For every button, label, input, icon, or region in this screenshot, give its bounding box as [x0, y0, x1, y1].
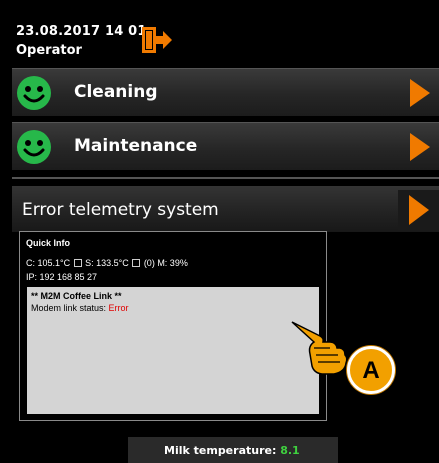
arrow-right-icon[interactable] — [408, 131, 432, 163]
m2m-status-box: ** M2M Coffee Link ** Modem link status:… — [27, 287, 319, 414]
m2m-status-label: Modem link status: — [31, 303, 107, 313]
smiley-ok-icon — [17, 130, 51, 164]
datetime-label: 23.08.2017 14 01 — [16, 24, 147, 39]
checkbox-icon — [132, 259, 141, 267]
pointing-hand-icon — [291, 321, 348, 375]
user-label: Operator — [16, 43, 82, 58]
arrow-right-icon[interactable] — [408, 77, 432, 109]
m2m-status-value: Error — [108, 303, 129, 313]
quick-info-title: Quick Info — [26, 238, 71, 248]
coffee-temp: C: 105.1°C — [26, 258, 71, 268]
steam-temp: S: 133.5°C — [85, 258, 129, 268]
menu-item-maintenance[interactable]: Maintenance — [12, 122, 439, 170]
quick-info-ip: IP: 192 168 85 27 — [26, 272, 98, 282]
m2m-title: ** M2M Coffee Link ** — [31, 291, 122, 301]
logout-door-icon[interactable] — [139, 24, 173, 56]
checkbox-icon — [73, 259, 82, 267]
menu-item-error-telemetry[interactable]: Error telemetry system — [12, 186, 439, 232]
error-telemetry-arrow-button[interactable] — [398, 190, 439, 230]
menu-item-label: Cleaning — [74, 82, 158, 102]
callout-badge: A — [347, 346, 395, 394]
m2m-status-line: Modem link status: Error — [31, 303, 129, 313]
screen: 23.08.2017 14 01 Operator Cleaning Maint… — [0, 0, 439, 463]
quick-info-temperatures: C: 105.1°C S: 133.5°C (0) M: 39% — [26, 258, 188, 268]
menu-item-cleaning[interactable]: Cleaning — [12, 68, 439, 116]
menu-item-label: Maintenance — [74, 136, 198, 156]
error-telemetry-label: Error telemetry system — [22, 200, 219, 220]
callout-letter: A — [362, 357, 380, 384]
misc-values: (0) M: 39% — [143, 258, 188, 268]
milk-temperature-value: 8.1 — [280, 444, 300, 457]
milk-temperature: Milk temperature: 8.1 — [164, 444, 300, 457]
milk-temperature-label: Milk temperature: — [164, 444, 277, 457]
quick-info-panel: Quick Info C: 105.1°C S: 133.5°C (0) M: … — [19, 231, 327, 421]
smiley-ok-icon — [17, 76, 51, 110]
milk-temperature-bar: Milk temperature: 8.1 — [128, 437, 338, 463]
divider — [12, 177, 439, 179]
arrow-right-icon — [409, 195, 429, 225]
